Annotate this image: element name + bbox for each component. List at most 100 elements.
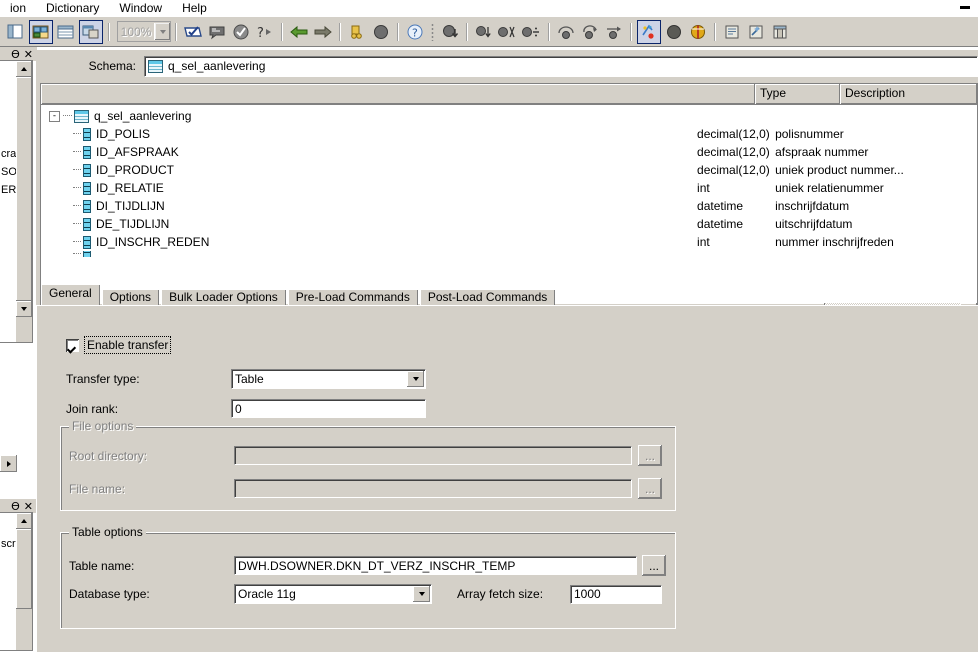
panel-left-icon[interactable] (5, 21, 27, 43)
join-rank-input[interactable]: 0 (231, 399, 426, 418)
note-icon[interactable] (206, 21, 228, 43)
close-icon[interactable]: ✕ (24, 49, 33, 60)
expander-toggle[interactable]: - (49, 110, 60, 122)
table-row[interactable]: ID_INSCHR_REDEN int nummer inschrijfrede… (41, 233, 977, 251)
window-layout-icon[interactable] (769, 21, 791, 43)
menu-label: Help (182, 1, 207, 15)
zoom-combo[interactable]: 100% (117, 21, 171, 42)
file-name-row: File name: ... (69, 478, 669, 499)
arc-link-3-icon[interactable] (603, 21, 625, 43)
close-icon[interactable]: ✕ (24, 501, 33, 512)
enable-transfer-label[interactable]: Enable transfer (84, 336, 172, 354)
sphere-arrow-down-icon[interactable] (473, 21, 495, 43)
table-row[interactable]: DI_TIJDLIJN datetime inschrijfdatum (41, 197, 977, 215)
table-row-partial[interactable] (41, 251, 977, 257)
array-fetch-size-input[interactable]: 1000 (570, 584, 662, 604)
column-icon (83, 127, 91, 141)
table-name-input[interactable]: DWH.DSOWNER.DKN_DT_VERZ_INSCHR_TEMP (234, 556, 637, 575)
tab-label: Bulk Loader Options (169, 290, 278, 304)
coins-icon[interactable] (346, 21, 368, 43)
application-window: ion Dictionary Window Help 100% ? ? Ө ✕ … (0, 0, 978, 652)
pin-icon[interactable]: Ө (11, 49, 20, 60)
toolbar-grip[interactable] (431, 22, 434, 41)
gold-package-icon[interactable] (687, 21, 709, 43)
table-row[interactable]: ID_AFSPRAAK decimal(12,0) afspraak numme… (41, 143, 977, 161)
left-pane2-vertical-scrollbar[interactable] (16, 513, 32, 650)
sphere-split-icon[interactable] (497, 21, 519, 43)
tab-strip: General Options Bulk Loader Options Pre-… (36, 284, 978, 307)
validate-icon[interactable] (230, 21, 252, 43)
menu-item-ion[interactable]: ion (0, 0, 36, 17)
transfer-type-select[interactable]: Table (231, 369, 426, 389)
sphere-divide-icon[interactable] (521, 21, 543, 43)
table-row[interactable]: ID_PRODUCT decimal(12,0) uniek product n… (41, 161, 977, 179)
browse-ellipsis: ... (648, 558, 659, 573)
chevron-down-icon[interactable] (413, 586, 430, 602)
arc-link-icon[interactable] (555, 21, 577, 43)
sphere-down-icon[interactable] (439, 21, 461, 43)
scrollbar-thumb[interactable] (16, 77, 32, 301)
dark-sphere-icon[interactable] (663, 21, 685, 43)
scroll-up-icon[interactable] (16, 513, 32, 529)
svg-text:?: ? (257, 26, 264, 40)
row-label: ID_RELATIE (96, 181, 164, 195)
grid-header-name[interactable] (41, 84, 755, 104)
grid-header-description[interactable]: Description (840, 84, 977, 104)
join-rank-label: Join rank: (66, 401, 119, 416)
schema-label: Schema: (88, 59, 136, 73)
diagram-window-icon[interactable] (29, 19, 53, 44)
menu-item-window[interactable]: Window (109, 0, 172, 17)
transfer-type-value: Table (235, 372, 264, 386)
grid-header-row: Type Description (41, 84, 977, 105)
table-row[interactable]: ID_RELATIE int uniek relatienummer (41, 179, 977, 197)
array-fetch-size-value: 1000 (574, 587, 601, 601)
grid-body: - q_sel_aanlevering ID_POLIS decimal(12,… (41, 105, 977, 301)
grid-window-icon[interactable] (55, 21, 77, 43)
root-directory-browse-button: ... (638, 445, 662, 466)
table-name-browse-button[interactable]: ... (642, 555, 666, 576)
arc-link-2-icon[interactable] (579, 21, 601, 43)
minimize-icon[interactable] (960, 6, 970, 9)
toolbar-separator (714, 22, 716, 41)
menu-item-dictionary[interactable]: Dictionary (36, 0, 109, 17)
back-arrow-icon[interactable] (288, 21, 310, 43)
column-icon (83, 217, 91, 231)
check-mark-box-icon[interactable] (182, 21, 204, 43)
transfer-type-label: Transfer type: (66, 372, 140, 386)
table-row[interactable]: ID_POLIS decimal(12,0) polisnummer (41, 125, 977, 143)
menu-item-help[interactable]: Help (172, 0, 217, 17)
schema-input[interactable]: q_sel_aanlevering (144, 55, 978, 77)
table-row[interactable]: - q_sel_aanlevering (41, 107, 977, 125)
sphere-icon[interactable] (370, 21, 392, 43)
enable-transfer-checkbox[interactable] (66, 338, 79, 352)
left-pane-sql-preview[interactable]: cra SO\V ER) (0, 60, 33, 343)
scroll-down-icon[interactable] (16, 301, 32, 317)
database-type-select[interactable]: Oracle 11g (234, 584, 432, 604)
enable-transfer-row[interactable]: Enable transfer (66, 336, 172, 354)
left-pane1-scroll-right-icon[interactable] (0, 455, 17, 472)
question-help-icon[interactable]: ? (404, 21, 426, 43)
scrollbar-thumb[interactable] (16, 529, 32, 609)
chevron-down-icon[interactable] (407, 371, 424, 387)
left-pane1-vertical-scrollbar[interactable] (16, 61, 32, 342)
chevron-down-icon[interactable] (154, 23, 170, 40)
left-pane-description[interactable]: scri (0, 512, 33, 651)
report-icon[interactable] (721, 21, 743, 43)
help-arrow-icon[interactable]: ? (254, 21, 276, 43)
row-type: decimal(12,0) (697, 145, 770, 159)
left-pane2-header: Ө ✕ (0, 499, 37, 513)
table-row[interactable]: DE_TIJDLIJN datetime uitschrijfdatum (41, 215, 977, 233)
tab-general[interactable]: General (41, 284, 100, 305)
tab-label: General (49, 286, 92, 300)
transform-window-icon[interactable] (79, 19, 103, 44)
script-wand-icon[interactable] (745, 21, 767, 43)
row-label: ID_POLIS (96, 127, 151, 141)
toolbar-separator (175, 22, 177, 41)
forward-arrow-icon[interactable] (312, 21, 334, 43)
run-job-icon[interactable] (637, 19, 661, 44)
row-description: uniek product nummer... (775, 163, 904, 177)
grid-header-type[interactable]: Type (755, 84, 840, 104)
pin-icon[interactable]: Ө (11, 501, 20, 512)
scroll-up-icon[interactable] (16, 61, 32, 77)
tree-connector (73, 187, 81, 189)
